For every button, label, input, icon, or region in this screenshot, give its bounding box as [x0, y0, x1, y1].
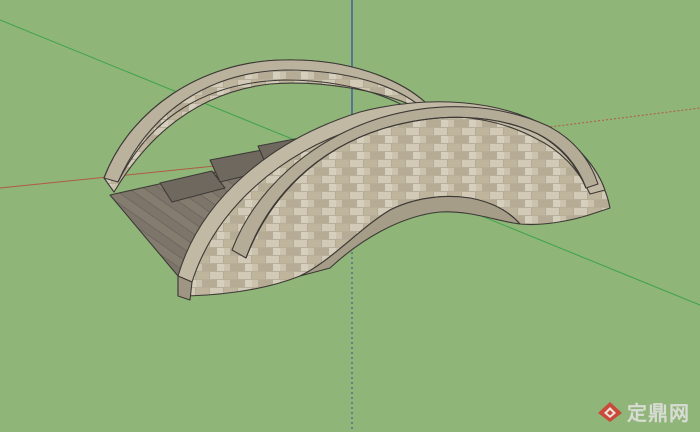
bridge-model[interactable] — [103, 59, 611, 301]
watermark-text: 定鼎网 — [627, 401, 690, 425]
watermark: 定鼎网 — [597, 397, 690, 426]
model-canvas[interactable] — [0, 0, 700, 432]
dingding-logo-icon — [598, 401, 622, 422]
sketchup-viewport[interactable]: 定鼎网 — [0, 0, 700, 432]
